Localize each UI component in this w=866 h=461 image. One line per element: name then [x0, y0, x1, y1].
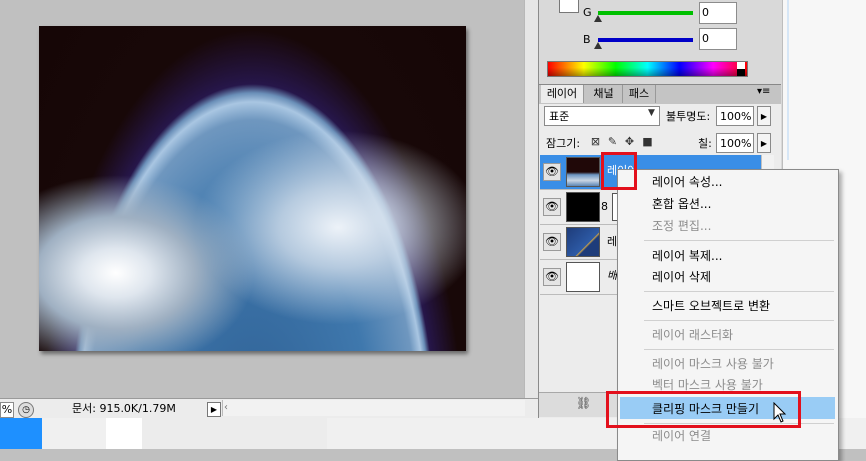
status-info-icon[interactable]: ◷: [18, 402, 34, 418]
menu-item-edit-adjustment: 조정 편집...: [652, 219, 712, 233]
menu-item-link-layers: 레이어 연결: [652, 429, 712, 443]
status-menu-arrow-icon[interactable]: ▶: [207, 402, 221, 417]
channel-label-b: B: [583, 33, 591, 46]
lock-icon[interactable]: ■: [641, 135, 654, 148]
eye-icon[interactable]: 👁: [543, 198, 561, 216]
slider-b-track[interactable]: [598, 38, 693, 42]
document-image-earth[interactable]: [39, 26, 466, 351]
blend-mode-select[interactable]: 표준: [544, 106, 660, 126]
link-icon[interactable]: 8: [601, 200, 608, 213]
menu-item-rasterize-layer: 레이어 래스터화: [652, 328, 734, 342]
color-spectrum-bar[interactable]: [547, 61, 748, 77]
layer-name[interactable]: 배: [607, 269, 617, 283]
side-scroll-track: [787, 0, 789, 160]
opacity-field[interactable]: 100%: [716, 106, 754, 126]
fill-field[interactable]: 100%: [716, 133, 754, 153]
eye-icon[interactable]: 👁: [543, 233, 561, 251]
taskbar-item[interactable]: [142, 418, 327, 449]
menu-separator: [644, 240, 834, 241]
layer-thumbnail[interactable]: [566, 192, 600, 222]
link-layers-icon[interactable]: ⛓: [576, 396, 591, 410]
layer-thumbnail[interactable]: [566, 157, 600, 187]
panel-menu-icon[interactable]: ▾≡: [757, 86, 770, 97]
tab-layers[interactable]: 레이어: [541, 85, 584, 103]
menu-item-duplicate-layer[interactable]: 레이어 복제...: [652, 248, 722, 264]
menu-separator: [644, 320, 834, 321]
brush-icon[interactable]: ✎: [606, 135, 619, 148]
layer-name[interactable]: 레: [607, 235, 617, 249]
menu-item-layer-properties[interactable]: 레이어 속성...: [652, 174, 722, 190]
menu-item-delete-layer[interactable]: 레이어 삭제: [652, 269, 711, 285]
fill-label: 칠:: [698, 137, 712, 150]
slider-g-track[interactable]: [598, 11, 693, 15]
background-color-swatch[interactable]: [559, 0, 579, 13]
menu-separator: [644, 349, 834, 350]
layer-thumbnail[interactable]: [566, 262, 600, 292]
value-field-b[interactable]: 0: [699, 28, 737, 50]
value-field-g[interactable]: 0: [699, 2, 737, 24]
scroll-left-icon[interactable]: ‹: [224, 402, 228, 413]
lock-transparent-icon[interactable]: ⊠: [589, 135, 602, 148]
fill-slider-arrow-icon[interactable]: ▶: [757, 133, 771, 153]
menu-item-convert-smart-object[interactable]: 스마트 오브젝트로 변환: [652, 298, 770, 314]
spectrum-white-chip[interactable]: [737, 62, 745, 69]
menu-item-disable-layer-mask: 레이어 마스크 사용 불가: [652, 357, 774, 371]
channel-label-g: G: [583, 6, 592, 19]
tab-channels[interactable]: 채널: [585, 85, 623, 103]
lock-label: 잠그기:: [546, 137, 581, 150]
opacity-label: 불투명도:: [666, 110, 711, 123]
menu-item-blending-options[interactable]: 혼합 옵션...: [652, 196, 711, 212]
move-icon[interactable]: ✥: [623, 135, 636, 148]
highlight-box-layer-name: [601, 152, 637, 190]
spectrum-black-chip[interactable]: [737, 69, 745, 76]
zoom-field[interactable]: %: [0, 402, 14, 418]
tab-paths[interactable]: 패스: [623, 85, 656, 103]
canvas-vertical-scrollbar[interactable]: [524, 0, 539, 398]
canvas-horizontal-scrollbar[interactable]: [222, 400, 525, 416]
menu-separator: [644, 291, 834, 292]
chevron-down-icon[interactable]: ▼: [648, 108, 655, 118]
taskbar-item[interactable]: [106, 418, 142, 449]
document-size-readout: 문서: 915.0K/1.79M: [72, 402, 176, 415]
slider-g-handle[interactable]: [594, 15, 602, 22]
taskbar-button[interactable]: [0, 418, 42, 449]
eye-icon[interactable]: 👁: [543, 268, 561, 286]
eye-icon[interactable]: 👁: [543, 163, 561, 181]
mouse-cursor-icon: [773, 402, 787, 423]
slider-b-handle[interactable]: [594, 42, 602, 49]
layer-thumbnail[interactable]: [566, 227, 600, 257]
highlight-box-clipping-mask: [606, 391, 801, 428]
opacity-slider-arrow-icon[interactable]: ▶: [757, 106, 771, 126]
